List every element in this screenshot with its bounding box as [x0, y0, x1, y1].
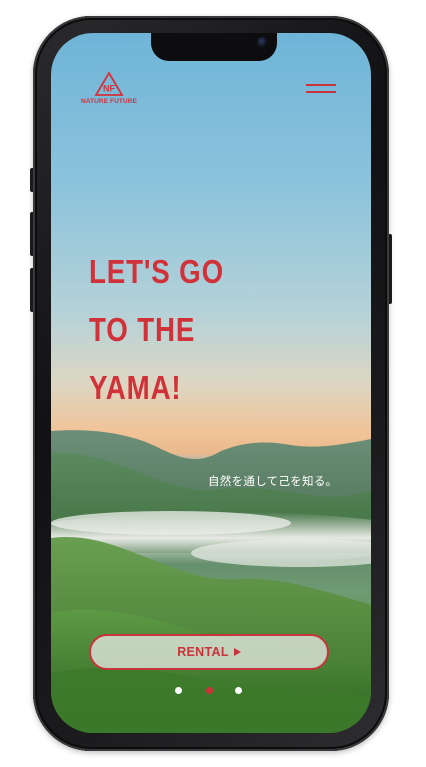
brand-logo[interactable]: NF NATURE FUTURE [79, 71, 139, 105]
phone-screen: NF NATURE FUTURE LET'S GO TO THE YAMA! 自… [51, 33, 371, 733]
carousel-dot-3[interactable] [235, 687, 242, 694]
front-camera-icon [257, 37, 268, 48]
rental-button[interactable]: RENTAL [89, 634, 329, 670]
headline-line-2: TO THE [89, 311, 196, 348]
hero-subtitle: 自然を通して己を知る。 [208, 474, 338, 488]
phone-notch [151, 33, 277, 61]
carousel-pagination [175, 687, 245, 695]
headline-line-1: LET'S GO [89, 253, 224, 290]
hamburger-icon-line-top [306, 84, 336, 86]
play-triangle-icon [233, 648, 241, 656]
hamburger-menu-button[interactable] [306, 81, 340, 97]
logo-mark-text: NF [103, 84, 115, 94]
hero-headline: LET'S GO TO THE YAMA! [89, 243, 250, 417]
mockup-stage: NF NATURE FUTURE LET'S GO TO THE YAMA! 自… [0, 0, 426, 767]
rental-button-label: RENTAL [177, 645, 229, 659]
hamburger-icon-line-bottom [306, 91, 336, 93]
carousel-dot-2-active[interactable] [206, 687, 213, 694]
brand-name: NATURE FUTURE [80, 98, 138, 105]
headline-line-3: YAMA! [89, 369, 182, 406]
triangle-logo-icon: NF [94, 71, 124, 96]
carousel-dot-1[interactable] [175, 687, 182, 694]
